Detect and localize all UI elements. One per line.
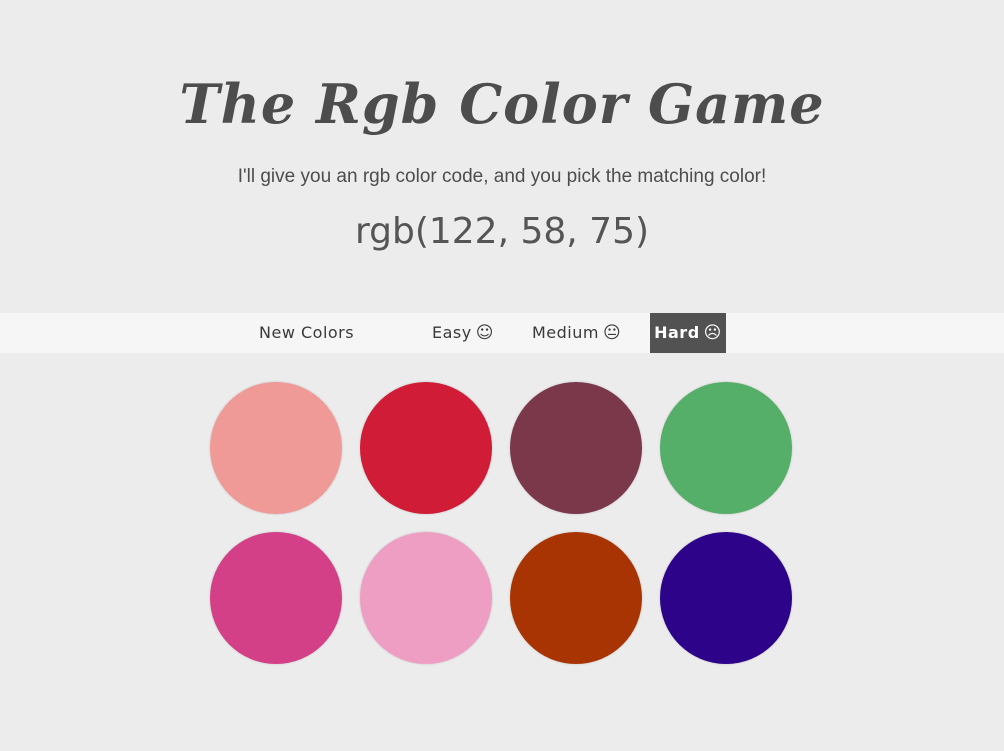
- color-circle-4[interactable]: [660, 382, 792, 514]
- medium-label: Medium: [532, 323, 599, 342]
- page-title: The Rgb Color Game: [179, 72, 825, 136]
- smile-face-icon: ☺: [475, 323, 494, 343]
- mode-navbar: New Colors Easy ☺ Medium 😐 Hard ☹: [0, 313, 1004, 353]
- color-circle-8[interactable]: [660, 532, 792, 664]
- color-circle-5[interactable]: [210, 532, 342, 664]
- easy-mode-button[interactable]: Easy ☺: [432, 313, 494, 353]
- game-instructions: I'll give you an rgb color code, and you…: [237, 166, 767, 187]
- color-board: [0, 353, 1004, 751]
- hard-label: Hard: [654, 323, 700, 342]
- target-rgb-code: rgb(122, 58, 75): [354, 211, 650, 252]
- hard-mode-button[interactable]: Hard ☹: [650, 313, 726, 353]
- medium-mode-button[interactable]: Medium 😐: [532, 313, 621, 353]
- color-circle-7[interactable]: [510, 532, 642, 664]
- header: The Rgb Color Game I'll give you an rgb …: [0, 0, 1004, 313]
- new-colors-button[interactable]: New Colors: [259, 313, 354, 353]
- new-colors-label: New Colors: [259, 323, 355, 342]
- color-circle-6[interactable]: [360, 532, 492, 664]
- frown-face-icon: ☹: [703, 323, 722, 343]
- color-circle-1[interactable]: [210, 382, 342, 514]
- easy-label: Easy: [432, 323, 472, 342]
- color-circle-3[interactable]: [510, 382, 642, 514]
- color-circle-2[interactable]: [360, 382, 492, 514]
- neutral-face-icon: 😐: [602, 323, 622, 343]
